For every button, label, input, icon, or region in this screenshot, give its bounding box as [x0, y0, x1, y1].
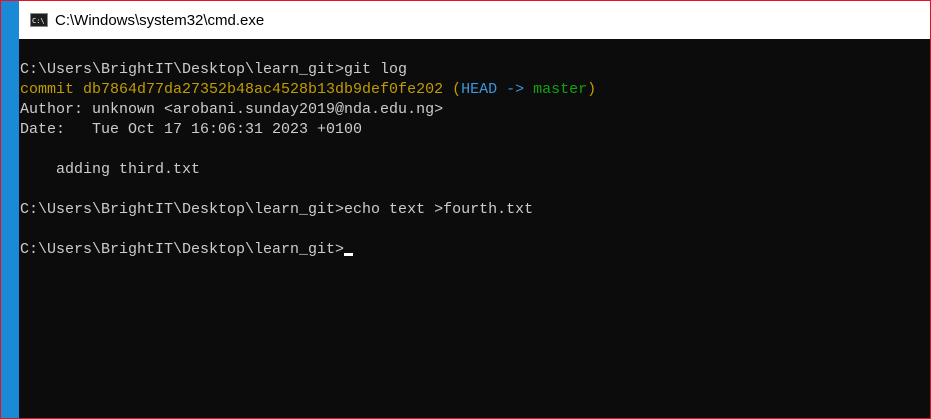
- desktop-background: [1, 1, 19, 418]
- paren-open: (: [452, 81, 462, 98]
- console-line-author: Author: unknown <arobani.sunday2019@nda.…: [20, 101, 444, 118]
- console-line-date: Date: Tue Oct 17 16:06:31 2023 +0100: [20, 121, 363, 138]
- console-line-commit: commit db7864d77da27352b48ac4528b13db9de…: [20, 80, 930, 100]
- branch-name: master: [533, 81, 588, 98]
- commit-hash: commit db7864d77da27352b48ac4528b13db9de…: [20, 81, 453, 98]
- title-bar[interactable]: C:\ C:\Windows\system32\cmd.exe: [19, 1, 930, 39]
- console-line-message: adding third.txt: [20, 161, 201, 178]
- console-output[interactable]: C:\Users\BrightIT\Desktop\learn_git>git …: [19, 39, 930, 418]
- terminal-icon: C:\: [30, 13, 48, 27]
- window-title: C:\Windows\system32\cmd.exe: [55, 11, 265, 29]
- console-line-git-log: C:\Users\BrightIT\Desktop\learn_git>git …: [20, 61, 408, 78]
- head-ref: HEAD ->: [461, 81, 534, 98]
- paren-close: ): [587, 81, 597, 98]
- prompt-text: C:\Users\BrightIT\Desktop\learn_git>: [20, 241, 345, 258]
- text-cursor: [344, 253, 354, 256]
- cmd-window: C:\ C:\Windows\system32\cmd.exe C:\Users…: [0, 0, 931, 419]
- console-line-echo: C:\Users\BrightIT\Desktop\learn_git>echo…: [20, 201, 534, 218]
- console-line-prompt[interactable]: C:\Users\BrightIT\Desktop\learn_git>: [20, 240, 930, 260]
